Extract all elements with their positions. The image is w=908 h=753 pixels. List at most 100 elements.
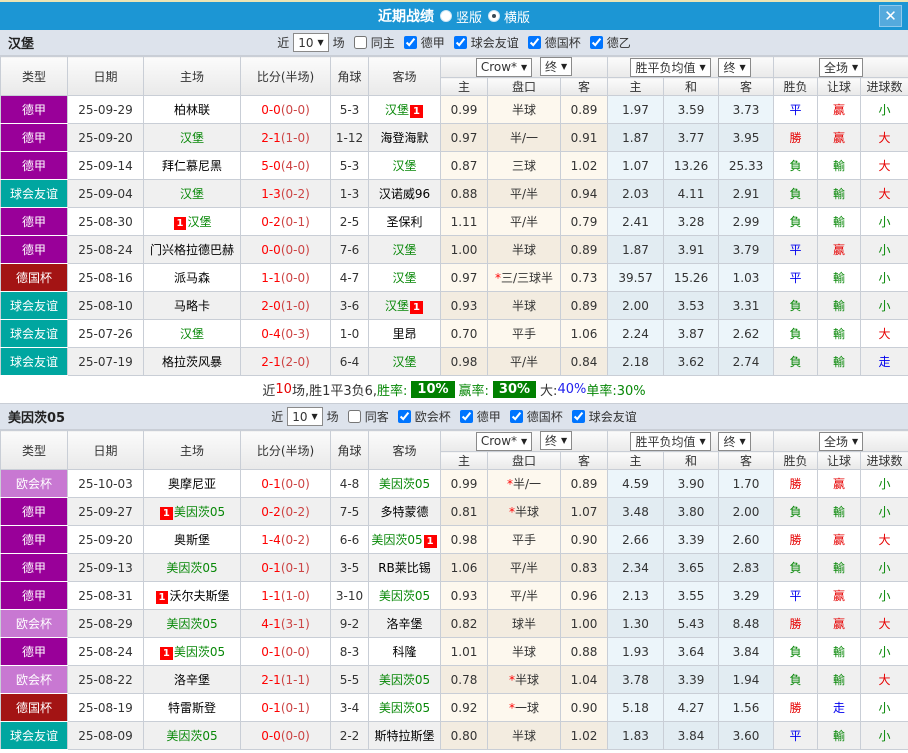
score-cell: 1-3(0-2) [240, 179, 331, 208]
odds-company-select[interactable]: Crow* ▼ [475, 57, 533, 77]
ah-home-odds: 0.97 [440, 123, 488, 152]
mean-draw-odds: 3.77 [663, 123, 720, 152]
league-type-badge: 欧会杯 [0, 665, 68, 694]
league-filter-checkbox[interactable] [527, 36, 541, 49]
match-result: 平 [773, 95, 819, 124]
same-side-checkbox[interactable] [347, 410, 361, 423]
score-cell: 1-1(1-0) [240, 581, 331, 610]
ah-home-odds: 0.88 [440, 179, 488, 208]
ah-away-odds: 0.94 [559, 179, 609, 208]
summary-text: 40% [557, 382, 587, 397]
team-cell: RB莱比锡 [368, 553, 441, 582]
match-result: 負 [773, 291, 819, 320]
ah-home-odds: 0.80 [440, 721, 488, 750]
league-filter-checkbox[interactable] [589, 36, 603, 49]
chevron-down-icon: ▼ [521, 62, 528, 72]
odds-final-select[interactable]: 终 ▼ [540, 57, 573, 77]
rate-badge: 30% [492, 381, 537, 398]
match-result: 勝 [773, 123, 819, 152]
team-label: 美因茨05 [378, 589, 431, 603]
corner-cell: 6-6 [330, 525, 369, 554]
col-mean-draw: 和 [663, 451, 720, 470]
mean-draw-odds: 3.62 [663, 347, 720, 376]
halftime-score: (0-1) [280, 560, 310, 575]
odds-final-select[interactable]: 终 ▼ [540, 431, 573, 451]
mean-type-select[interactable]: 胜平负均值 ▼ [630, 431, 711, 451]
col-handicap-result: 让球 [817, 77, 862, 96]
mean-away-odds: 3.73 [718, 95, 775, 124]
mean-home-odds: 4.59 [607, 469, 665, 498]
match-date: 25-09-20 [67, 525, 144, 554]
mean-final-select[interactable]: 终 ▼ [718, 57, 751, 77]
team-cell: 汉堡 1 [368, 291, 441, 320]
match-result: 負 [773, 319, 819, 348]
mean-type-select[interactable]: 胜平负均值 ▼ [630, 57, 711, 77]
mean-draw-odds: 4.27 [663, 693, 720, 722]
same-side-checkbox[interactable] [353, 36, 367, 49]
match-row: 德甲 25-09-14 拜仁慕尼黑 5-0(4-0) 5-3 汉堡 0.87 三球 1.02 1.… [0, 151, 908, 180]
col-goals-result: 进球数 [860, 451, 908, 470]
mean-final-select[interactable]: 终 ▼ [718, 431, 751, 451]
goals-result: 小 [860, 581, 908, 610]
score-cell: 2-1(1-0) [240, 123, 331, 152]
fulltime-score: 4-1 [261, 616, 281, 631]
handicap-result: 赢 [817, 95, 862, 124]
match-date: 25-09-27 [67, 497, 144, 526]
close-icon[interactable]: ✕ [879, 5, 902, 27]
team-label: 柏林联 [173, 103, 210, 117]
team-cell: 1 沃尔夫斯堡 [143, 581, 241, 610]
recent-count-select[interactable]: 10 ▼ [293, 33, 329, 52]
scope-select[interactable]: 全场 ▼ [818, 431, 864, 451]
corner-cell: 5-3 [330, 95, 369, 124]
card-badge: 1 [159, 647, 173, 660]
ah-away-odds: 0.89 [559, 95, 609, 124]
team-cell: 汉诺威96 [368, 179, 441, 208]
mean-draw-odds: 15.26 [663, 263, 720, 292]
fulltime-score: 0-2 [261, 504, 281, 519]
team-section-header: 近 10 ▼ 场同主 德甲 球会友谊 德国杯 德乙 汉堡 [0, 30, 908, 56]
league-type-badge: 德国杯 [0, 263, 68, 292]
ah-home-odds: 0.82 [440, 609, 488, 638]
league-filter-checkbox[interactable] [403, 36, 417, 49]
mean-draw-odds: 3.53 [663, 291, 720, 320]
match-row: 德甲 25-09-29 柏林联 0-0(0-0) 5-3 汉堡 1 0.99 半球 0.89 1.9… [0, 95, 908, 124]
team-label: 美因茨05 [166, 617, 218, 631]
team-label: 洛辛堡 [173, 673, 210, 687]
league-filter-checkbox[interactable] [453, 36, 467, 49]
league-filter-checkbox[interactable] [571, 410, 585, 423]
layout-radio-horizontal[interactable] [488, 10, 500, 22]
col-ah-home: 主 [440, 77, 488, 96]
odds-company-select[interactable]: Crow* ▼ [475, 431, 533, 451]
mean-home-odds: 2.41 [607, 207, 665, 236]
league-filter-checkbox[interactable] [509, 410, 523, 423]
league-filter-checkbox[interactable] [397, 410, 411, 423]
mean-away-odds: 3.79 [718, 235, 775, 264]
team-cell: 汉堡 [143, 319, 241, 348]
ah-home-odds: 0.98 [440, 347, 488, 376]
ah-line: *半/一 [487, 469, 561, 498]
handicap-result: 輸 [817, 665, 862, 694]
ah-home-odds: 0.78 [440, 665, 488, 694]
team-section-header: 近 10 ▼ 场同客 欧会杯 德甲 德国杯 球会友谊 美因茨05 [0, 404, 908, 430]
layout-radio-vertical-label[interactable]: 竖版 [456, 7, 482, 26]
col-mean-away: 客 [718, 451, 775, 470]
ah-home-odds: 1.06 [440, 553, 488, 582]
recent-matches-table: 类型 日期 主场 比分(半场) 角球 客场 Crow* ▼ 终 ▼ 胜平负均值 ▼ 终… [0, 430, 908, 750]
handicap-result: 赢 [817, 609, 862, 638]
recent-count-select[interactable]: 10 ▼ [287, 407, 323, 426]
summary-text: 胜率: [377, 384, 408, 399]
col-result: 胜负 [773, 77, 819, 96]
team-cell: 奥斯堡 [143, 525, 241, 554]
team-cell: 圣保利 [368, 207, 441, 236]
mean-away-odds: 8.48 [718, 609, 775, 638]
layout-radio-horizontal-label[interactable]: 横版 [504, 7, 530, 26]
ah-away-odds: 0.91 [559, 123, 609, 152]
halftime-score: (4-0) [280, 158, 310, 173]
chevron-down-icon: ▼ [521, 436, 528, 446]
match-result: 平 [773, 721, 819, 750]
layout-radio-vertical[interactable] [439, 10, 452, 22]
col-home: 主场 [143, 430, 241, 470]
league-filter-checkbox[interactable] [459, 410, 473, 423]
scope-select[interactable]: 全场 ▼ [818, 57, 864, 77]
handicap-result: 輸 [817, 497, 862, 526]
